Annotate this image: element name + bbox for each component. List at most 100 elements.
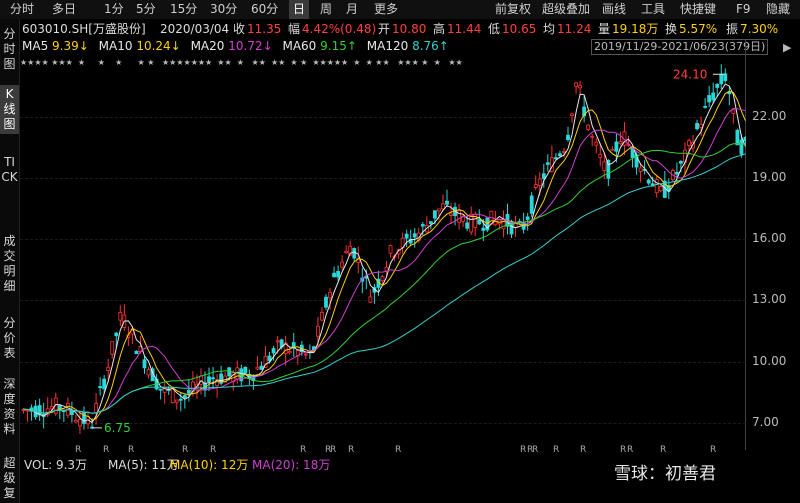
side-tab-depth-info[interactable]: 深度资料 — [0, 377, 19, 437]
candle-body — [211, 377, 215, 380]
high-marker-label: 24.10 — [673, 67, 707, 81]
scroll-right-icon[interactable]: ▶ — [783, 41, 791, 54]
side-tab-tick[interactable]: TICK — [0, 155, 19, 185]
high-value: 11.44 — [447, 22, 482, 36]
candle-body — [727, 91, 732, 95]
vol-label: VOL: 9.3万 — [24, 458, 88, 472]
candle-body — [420, 224, 425, 227]
tab-more[interactable]: 更多 — [374, 0, 398, 19]
side-tab-kline[interactable]: K线图 — [0, 85, 19, 134]
candle-body — [699, 124, 703, 128]
candlestick-chart[interactable]: 24.106.75R R R R R R RR R R R RR R R R R R R — [20, 60, 746, 455]
candle-body — [715, 83, 720, 88]
candle-body — [614, 141, 619, 152]
candle-body — [731, 109, 736, 114]
candle-body — [344, 250, 349, 254]
avg-value: 11.24 — [557, 22, 592, 36]
ma-legend: MA5 9.39↓ MA10 10.24↓ MA20 10.72↓ MA60 9… — [22, 38, 449, 54]
quote-date: 2020/03/04 — [160, 22, 230, 36]
low-value: 10.65 — [502, 22, 537, 36]
right-issue-marker[interactable]: R — [620, 445, 626, 455]
candle-body — [384, 266, 389, 272]
candle-body — [695, 122, 699, 130]
ma120-value: 8.76↑ — [412, 39, 449, 53]
candle-body — [70, 410, 74, 416]
fuquan-button[interactable]: 前复权 — [495, 0, 531, 19]
y-tick-label: 19.00 — [752, 170, 787, 185]
volume-value: 19.18万 — [612, 22, 659, 36]
right-issue-marker[interactable]: R — [182, 445, 188, 455]
candle-body — [529, 195, 534, 214]
candle-body — [707, 95, 712, 103]
open-value: 10.80 — [392, 22, 427, 36]
turnover-label: 换 — [665, 22, 678, 36]
right-issue-marker[interactable]: R — [580, 445, 586, 455]
candle-body — [320, 312, 324, 321]
candle-body — [578, 85, 582, 89]
f9-button[interactable]: F9 — [736, 0, 751, 19]
tools-button[interactable]: 工具 — [641, 0, 665, 19]
tab-monthly[interactable]: 月 — [346, 0, 358, 19]
right-issue-marker[interactable]: R — [532, 445, 538, 455]
tab-weekly[interactable]: 周 — [320, 0, 332, 19]
amplitude-label: 振 — [726, 22, 739, 36]
date-range-badge[interactable]: 2019/11/29-2021/06/23(379日) — [591, 39, 769, 55]
hide-button[interactable]: 隐藏 — [766, 0, 790, 19]
ma120-line — [23, 153, 746, 414]
right-issue-marker[interactable]: R — [75, 445, 81, 455]
tab-intraday[interactable]: 分时 — [10, 0, 34, 19]
candle-body — [441, 203, 445, 210]
candle-body — [743, 136, 746, 142]
candle-body — [711, 92, 716, 101]
right-issue-marker[interactable]: R — [395, 445, 401, 455]
right-issue-marker[interactable]: R — [128, 445, 134, 455]
shortcut-button[interactable]: 快捷键 — [680, 0, 716, 19]
right-issue-marker[interactable]: R — [300, 445, 306, 455]
y-tick-label: 10.00 — [752, 353, 787, 368]
turnover-value: 5.57% — [679, 22, 718, 36]
right-issue-marker[interactable]: R — [627, 445, 633, 455]
right-issue-marker[interactable]: R — [660, 445, 666, 455]
change-value: 4.42%(0.48) — [302, 22, 377, 36]
vol-ma10: MA(10): 12万 — [170, 458, 249, 472]
candle-body — [174, 399, 179, 403]
tab-multi-day[interactable]: 多日 — [52, 0, 76, 19]
right-issue-marker[interactable]: R — [348, 445, 354, 455]
candle-body — [739, 139, 744, 155]
side-tab-intraday[interactable]: 分时图 — [0, 27, 19, 72]
candle-body — [646, 179, 651, 184]
right-issue-marker[interactable]: R — [210, 445, 216, 455]
tab-15min[interactable]: 15分 — [170, 0, 197, 19]
tab-daily[interactable]: 日 — [289, 0, 310, 19]
overlay-button[interactable]: 超级叠加 — [542, 0, 590, 19]
tab-5min[interactable]: 5分 — [136, 0, 156, 19]
tab-60min[interactable]: 60分 — [251, 0, 278, 19]
candle-body — [723, 73, 728, 81]
ma5-label: MA5 — [22, 39, 49, 53]
candle-body — [303, 353, 308, 356]
candle-body — [554, 157, 558, 160]
right-issue-marker[interactable]: R — [710, 445, 716, 455]
right-issue-marker[interactable]: R — [553, 445, 559, 455]
vol-ma20: MA(20): 18万 — [252, 458, 331, 472]
tab-1min[interactable]: 1分 — [104, 0, 124, 19]
candle-body — [146, 369, 151, 376]
y-tick-label: 16.00 — [752, 231, 787, 246]
right-issue-marker[interactable]: R — [330, 445, 336, 455]
right-issue-marker[interactable]: R — [520, 445, 526, 455]
tab-30min[interactable]: 30分 — [210, 0, 237, 19]
draw-line-button[interactable]: 画线 — [602, 0, 626, 19]
side-tab-trade-detail[interactable]: 成交明细 — [0, 234, 19, 294]
side-tab-super-overlay[interactable]: 超级复 — [0, 456, 19, 501]
candle-body — [525, 216, 530, 220]
candle-body — [432, 210, 437, 219]
candle-body — [541, 173, 546, 179]
candle-body — [562, 150, 566, 153]
right-issue-marker[interactable]: R — [103, 445, 109, 455]
stock-code: 603010.SH[万盛股份] — [22, 22, 146, 36]
candle-body — [114, 332, 119, 337]
candle-body — [638, 167, 643, 172]
side-tab-price-table[interactable]: 分价表 — [0, 316, 19, 361]
ma10-label: MA10 — [98, 39, 133, 53]
candle-body — [142, 359, 147, 369]
